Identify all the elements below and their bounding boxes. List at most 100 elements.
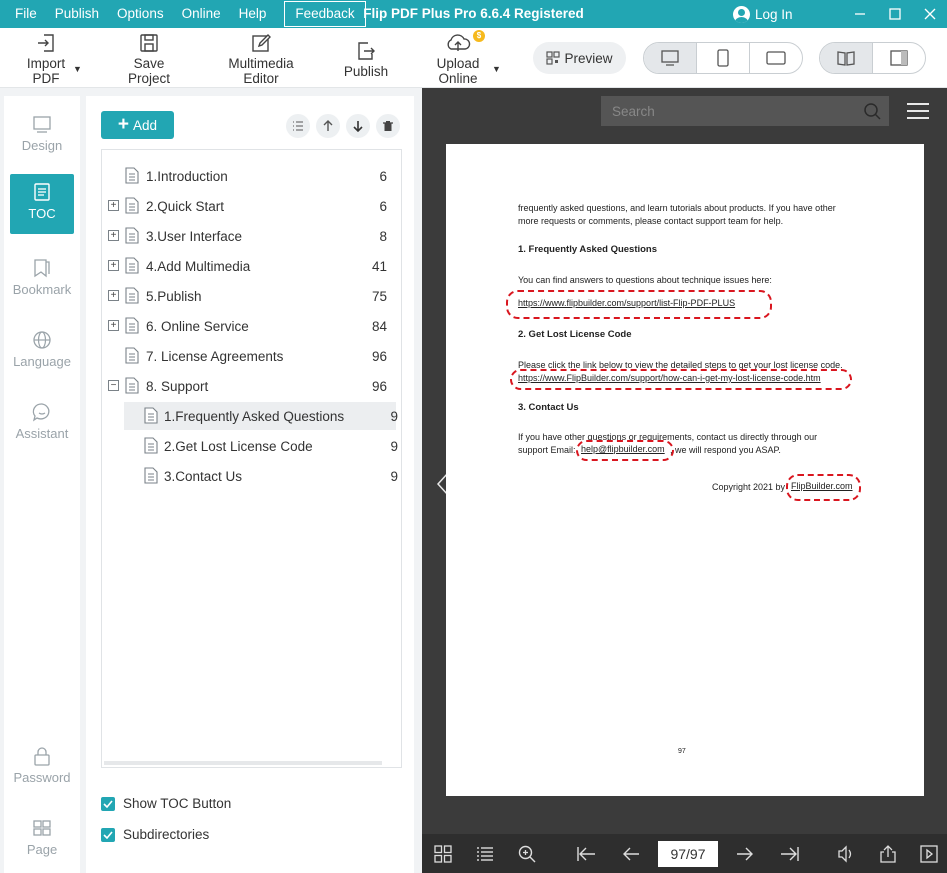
nav-page[interactable]: Page: [10, 810, 74, 870]
toc-item[interactable]: +4.Add Multimedia 41: [102, 252, 396, 280]
toc-item[interactable]: +5.Publish 75: [102, 282, 396, 310]
add-label: Add: [133, 117, 158, 133]
toc-item[interactable]: 2.Get Lost License Code 9: [124, 432, 398, 460]
nav-design[interactable]: Design: [10, 106, 74, 166]
import-icon: [38, 34, 54, 52]
device-toggle: [643, 42, 803, 74]
toc-item[interactable]: +3.User Interface 8: [102, 222, 396, 250]
next-page-button[interactable]: [734, 843, 756, 865]
toc-item-page: 9: [390, 438, 398, 454]
toc-item[interactable]: 1.Introduction 6: [102, 162, 396, 190]
menu-icon[interactable]: [907, 103, 929, 124]
import-caret-icon[interactable]: ▼: [73, 64, 82, 74]
toc-item[interactable]: +2.Quick Start 6: [102, 192, 396, 220]
expand-icon[interactable]: +: [108, 320, 119, 331]
toc-item-label: 7. License Agreements: [146, 348, 284, 364]
import-pdf-button[interactable]: Import PDF: [22, 32, 70, 86]
email-link[interactable]: help@flipbuilder.com: [581, 444, 665, 454]
expand-icon[interactable]: +: [108, 230, 119, 241]
expand-icon[interactable]: +: [108, 260, 119, 271]
save-project-button[interactable]: Save Project: [128, 32, 170, 86]
last-page-button[interactable]: [779, 843, 801, 865]
toc-item-label: 8. Support: [146, 378, 209, 394]
prev-page-button[interactable]: [620, 843, 642, 865]
menu-file[interactable]: File: [6, 0, 46, 28]
login-button[interactable]: Log In: [733, 0, 793, 28]
move-up-button[interactable]: [316, 114, 340, 138]
expand-icon[interactable]: +: [108, 200, 119, 211]
sound-button[interactable]: [835, 843, 857, 865]
move-down-button[interactable]: [346, 114, 370, 138]
play-icon: [920, 845, 938, 863]
toc-item[interactable]: − 8. Support 96: [102, 372, 396, 400]
horizontal-scrollbar[interactable]: [104, 761, 382, 765]
title-bar: File Publish Options Online Help Feedbac…: [0, 0, 947, 28]
menu-help[interactable]: Help: [230, 0, 276, 28]
site-link[interactable]: FlipBuilder.com: [791, 481, 853, 491]
toc-item[interactable]: 1.Frequently Asked Questions 9: [124, 402, 398, 430]
publish-button[interactable]: Publish: [340, 32, 392, 79]
maximize-button[interactable]: [877, 0, 912, 28]
menu-online[interactable]: Online: [173, 0, 230, 28]
share-icon: [880, 845, 896, 863]
feedback-button[interactable]: Feedback: [284, 1, 366, 27]
single-page-button[interactable]: [873, 43, 925, 73]
close-button[interactable]: [912, 0, 947, 28]
faq-link[interactable]: https://www.flipbuilder.com/support/list…: [518, 298, 735, 308]
search-icon[interactable]: [863, 102, 881, 120]
toc-item-page: 84: [371, 318, 387, 334]
publish-icon: [358, 42, 375, 60]
speaker-icon: [838, 845, 852, 863]
preview-search-input[interactable]: Search: [601, 96, 889, 126]
toc-item-label: 1.Introduction: [146, 168, 228, 184]
toc-item[interactable]: 3.Contact Us 9: [124, 462, 398, 490]
nav-password[interactable]: Password: [10, 738, 74, 798]
design-icon: [33, 116, 51, 133]
delete-button[interactable]: [376, 114, 400, 138]
first-page-button[interactable]: [575, 843, 597, 865]
tablet-icon: [766, 51, 786, 65]
subdirectories-option[interactable]: Subdirectories: [101, 827, 209, 842]
preview-label: Preview: [564, 50, 613, 66]
nav-bookmark[interactable]: Bookmark: [10, 250, 74, 310]
collapse-icon[interactable]: −: [108, 380, 119, 391]
share-button[interactable]: [877, 843, 899, 865]
thumbnails-button[interactable]: [432, 843, 454, 865]
nav-toc[interactable]: TOC: [10, 174, 74, 234]
add-button[interactable]: + Add: [101, 111, 174, 139]
multimedia-editor-button[interactable]: Multimedia Editor: [224, 32, 298, 86]
autoplay-button[interactable]: [918, 843, 940, 865]
phone-view-button[interactable]: [697, 43, 750, 73]
tablet-view-button[interactable]: [750, 43, 802, 73]
toc-item-page: 6: [379, 168, 387, 184]
globe-icon: [33, 331, 51, 349]
single-page-icon: [890, 50, 908, 66]
menu-publish[interactable]: Publish: [46, 0, 108, 28]
zoom-button[interactable]: [516, 843, 538, 865]
toc-item-page: 96: [371, 378, 387, 394]
toc-item-label: 3.Contact Us: [164, 468, 243, 484]
bookmark-icon: [34, 259, 50, 278]
show-toc-checkbox[interactable]: [101, 796, 115, 811]
page-number: 97: [678, 748, 686, 755]
upload-caret-icon[interactable]: ▼: [492, 64, 501, 74]
license-link[interactable]: https://www.FlipBuilder.com/support/how-…: [518, 373, 821, 383]
subdirectories-checkbox[interactable]: [101, 827, 115, 842]
menu-options[interactable]: Options: [108, 0, 173, 28]
toc-item[interactable]: +6. Online Service 84: [102, 312, 396, 340]
list-button[interactable]: [286, 114, 310, 138]
list-icon: [477, 847, 493, 861]
expand-icon[interactable]: +: [108, 290, 119, 301]
nav-assistant[interactable]: Assistant: [10, 394, 74, 454]
preview-button[interactable]: Preview: [533, 42, 626, 74]
minimize-button[interactable]: [842, 0, 877, 28]
show-toc-button-option[interactable]: Show TOC Button: [101, 796, 231, 811]
double-page-button[interactable]: [820, 43, 873, 73]
nav-language[interactable]: Language: [10, 322, 74, 382]
document-icon: [144, 407, 158, 424]
save-label-2: Project: [128, 71, 171, 86]
toc-list-button[interactable]: [474, 843, 496, 865]
desktop-view-button[interactable]: [644, 43, 697, 73]
toc-item[interactable]: 7. License Agreements 96: [102, 342, 396, 370]
page-number-input[interactable]: 97/97: [658, 841, 718, 867]
